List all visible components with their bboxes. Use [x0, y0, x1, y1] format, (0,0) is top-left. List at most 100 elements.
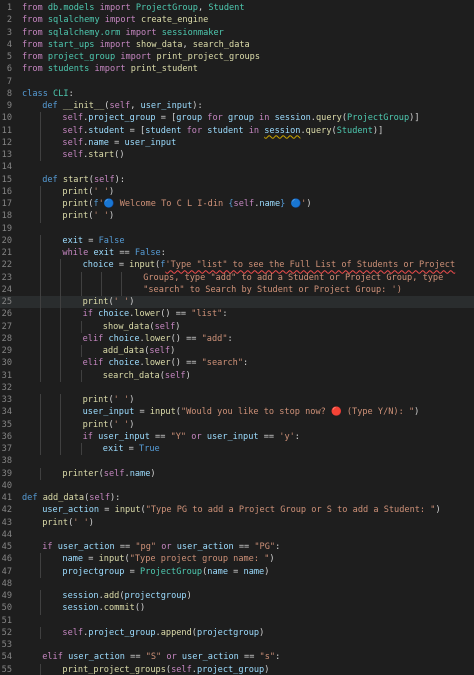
code-line[interactable]: 45 if user_action == "pg" or user_action … [0, 541, 474, 553]
line-number: 27 [1, 321, 12, 332]
code-line[interactable]: 15 def start(self): [0, 174, 474, 186]
code-text: def add_data(self): [22, 492, 120, 504]
code-text: user_action = input("Type PG to add a Pr… [42, 504, 440, 516]
code-line[interactable]: 3 from sqlalchemy.orm import sessionmaker [0, 27, 474, 39]
code-line[interactable]: 42 user_action = input("Type PG to add a … [0, 504, 474, 516]
code-token: = [83, 554, 99, 565]
code-line[interactable]: 29 add_data(self) [0, 345, 474, 358]
code-line[interactable]: 55 print_project_groups(self.project_grou… [0, 663, 474, 675]
code-line[interactable]: 48 [0, 578, 474, 590]
code-line[interactable]: 4 from start_ups import show_data, search… [0, 39, 474, 51]
line-number: 38 [1, 456, 12, 467]
line-number: 29 [1, 346, 12, 356]
code-token: : [160, 248, 166, 258]
code-token: "search" [201, 358, 244, 369]
code-line[interactable]: 7 [0, 76, 474, 88]
line-number: 51 [1, 615, 12, 626]
code-line[interactable]: 46 name = input("Type project group name:… [0, 553, 474, 566]
indent-guide [40, 369, 42, 382]
code-line[interactable]: 25 print(' ') [0, 296, 474, 309]
code-line[interactable]: 53 [0, 639, 474, 651]
code-line[interactable]: 23 Groups, type "add" to add a Student or… [0, 271, 474, 284]
code-line[interactable]: 35 print(' ') [0, 418, 474, 431]
code-line[interactable]: 11 self.student = [student for student in… [0, 124, 474, 137]
code-line[interactable]: 16 print(' ') [0, 185, 474, 198]
code-line[interactable]: 40 [0, 480, 474, 492]
code-token: or [156, 542, 177, 552]
code-token: self [171, 664, 192, 675]
code-line[interactable]: 9 def __init__(self, user_input): [0, 100, 474, 112]
line-number: 48 [1, 578, 12, 589]
code-line[interactable]: 34 user_input = input("Would you like to … [0, 406, 474, 419]
code-line[interactable]: 26 if choice.lower() == "list": [0, 308, 474, 321]
code-token: choice [108, 333, 140, 344]
line-number: 43 [1, 517, 12, 528]
code-token: input [114, 505, 141, 516]
code-token: self [149, 346, 171, 356]
code-line[interactable]: 5 from project_group import print_project… [0, 51, 474, 63]
code-token: add_data [42, 493, 85, 503]
code-line[interactable]: 44 [0, 529, 474, 541]
code-text: "search" to Search by Student or Project… [143, 284, 402, 296]
code-line[interactable]: 24 "search" to Search by Student or Proje… [0, 283, 474, 296]
code-line[interactable]: 18 print(' ') [0, 210, 474, 223]
code-line[interactable]: 2 from sqlalchemy import create_engine [0, 14, 474, 26]
code-line[interactable]: 6 from students import print_student [0, 63, 474, 75]
line-number: 17 [1, 199, 12, 209]
code-token: choice [108, 358, 140, 369]
code-line[interactable]: 37 exit = True [0, 443, 474, 456]
code-line[interactable]: 17 print(f'🔵 Welcome To C L I-din {self.n… [0, 198, 474, 211]
code-line[interactable]: 20 exit = False [0, 234, 474, 247]
code-line[interactable]: 39 printer(self.name) [0, 467, 474, 480]
code-line[interactable]: 43 print(' ') [0, 517, 474, 529]
code-line[interactable]: 49 session.add(projectgroup) [0, 590, 474, 603]
code-token: self [93, 174, 115, 185]
code-token: user_action [42, 505, 100, 516]
code-line[interactable]: 27 show_data(self) [0, 320, 474, 333]
code-token: session [274, 113, 311, 124]
code-token: start_ups [47, 39, 95, 50]
line-number: 19 [1, 223, 12, 234]
code-line[interactable]: 28 elif choice.lower() == "add": [0, 332, 474, 345]
code-token: for [181, 125, 208, 136]
code-line[interactable]: 47 projectgroup = ProjectGroup(name = nam… [0, 565, 474, 578]
code-line[interactable]: 22 choice = input(f'Type "list" to see th… [0, 259, 474, 272]
code-line[interactable]: 52 self.project_group.append(projectgroup… [0, 626, 474, 639]
code-text: print(f'🔵 Welcome To C L I-din {self.nam… [62, 198, 311, 210]
code-token: if [42, 542, 58, 552]
code-token: Student [336, 125, 373, 136]
line-number: 44 [1, 529, 12, 540]
code-line[interactable]: 54 elif user_action == "S" or user_action… [0, 651, 474, 663]
code-line[interactable]: 10 self.project_group = [group for group … [0, 112, 474, 125]
code-line[interactable]: 19 [0, 223, 474, 235]
code-token: elif [82, 358, 109, 369]
indent-guide [40, 394, 42, 407]
code-token: print [62, 211, 89, 222]
code-token: () [114, 150, 125, 160]
code-line[interactable]: 14 [0, 161, 474, 173]
code-line[interactable]: 12 self.name = user_input [0, 136, 474, 149]
line-number: 37 [1, 444, 12, 454]
code-token: False [98, 235, 125, 246]
code-token: self [233, 199, 255, 209]
indent-guide [60, 394, 62, 407]
code-editor[interactable]: 1 from db.models import ProjectGroup, Stu… [0, 0, 474, 675]
code-line[interactable]: 51 [0, 615, 474, 627]
code-token: def [42, 174, 63, 185]
code-line[interactable]: 21 while exit == False: [0, 247, 474, 260]
code-line[interactable]: 32 [0, 382, 474, 394]
code-line[interactable]: 1 from db.models import ProjectGroup, Stu… [0, 2, 474, 14]
code-line[interactable]: 33 print(' ') [0, 394, 474, 407]
code-text: exit = True [103, 443, 160, 455]
code-token: : [275, 542, 281, 552]
line-number: 33 [1, 395, 12, 405]
code-line[interactable]: 50 session.commit() [0, 602, 474, 615]
code-line[interactable]: 36 if user_input == "Y" or user_input == … [0, 430, 474, 443]
code-line[interactable]: 38 [0, 455, 474, 467]
code-line[interactable]: 30 elif choice.lower() == "search": [0, 357, 474, 370]
code-token: ProjectGroup [140, 566, 203, 577]
code-line[interactable]: 41 def add_data(self): [0, 492, 474, 504]
code-line[interactable]: 31 search_data(self) [0, 369, 474, 382]
code-line[interactable]: 8 class CLI: [0, 88, 474, 100]
code-line[interactable]: 13 self.start() [0, 149, 474, 162]
